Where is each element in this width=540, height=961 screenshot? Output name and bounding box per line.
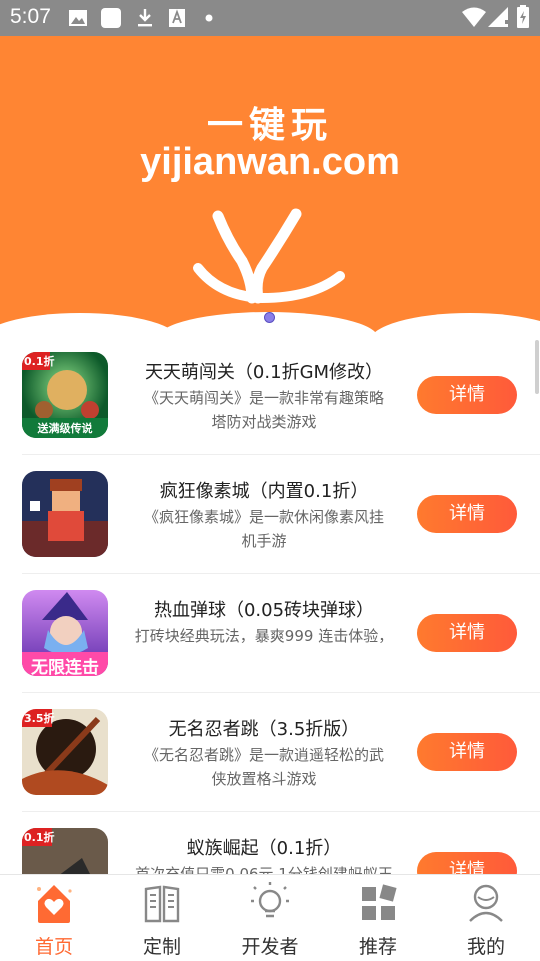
tab-label: 我的 [466, 936, 505, 958]
tab-recommend[interactable]: 推荐 [324, 875, 432, 961]
game-description-line: 首次充值只需0.06元 1分钱创建蚂蚁王 [135, 865, 393, 874]
app-notification-icon [101, 8, 121, 28]
banner-logo-graphic [0, 208, 540, 336]
list-item[interactable]: 疯狂像素城（内置0.1折） 《疯狂像素城》是一款休闲像素风挂 机手游 详情 [0, 455, 540, 574]
tab-customize[interactable]: 定制 [108, 875, 216, 961]
cellular-signal-icon [488, 7, 508, 27]
tab-label: 开发者 [241, 936, 299, 958]
list-scrollbar[interactable] [535, 340, 539, 394]
game-icon[interactable]: 0.1折 [22, 828, 108, 874]
game-name: 无名忍者跳（3.5折版） [168, 719, 360, 740]
game-list[interactable]: 0.1折 送满级传说 天天萌闯关（0.1折GM修改） 《天天萌闯关》是一款非常有… [0, 336, 540, 874]
game-description-line: 《无名忍者跳》是一款逍遥轻松的武 [143, 746, 384, 764]
more-notifications-dot-icon [205, 14, 213, 22]
list-item[interactable]: 0.1折 送满级传说 天天萌闯关（0.1折GM修改） 《天天萌闯关》是一款非常有… [0, 336, 540, 455]
book-icon [144, 885, 180, 923]
game-description: 《无名忍者跳》是一款逍遥轻松的武 侠放置格斗游戏 [118, 743, 410, 791]
game-icon-caption: 无限连击 [31, 658, 99, 676]
game-description-line: 塔防对战类游戏 [211, 413, 317, 431]
details-button[interactable]: 详情 [417, 733, 517, 771]
game-description-line: 打砖块经典玩法，暴爽999 连击体验， [134, 627, 394, 645]
game-description-line: 侠放置格斗游戏 [211, 770, 317, 788]
font-notification-icon [169, 9, 185, 27]
list-item[interactable]: 无限连击 热血弹球（0.05砖块弹球） 打砖块经典玩法，暴爽999 连击体验， … [0, 574, 540, 693]
promo-banner[interactable]: 一键玩 yijianwan.com [0, 36, 540, 336]
battery-icon [517, 5, 529, 28]
details-button[interactable]: 详情 [417, 376, 517, 414]
user-icon [469, 884, 503, 922]
wifi-icon [462, 7, 486, 27]
game-description-line: 《疯狂像素城》是一款休闲像素风挂 [143, 508, 384, 526]
game-description-line: 机手游 [241, 532, 287, 550]
game-icon[interactable]: 3.5折 [22, 709, 108, 795]
game-icon-badge: 0.1折 [24, 831, 55, 844]
image-notification-icon [69, 10, 87, 26]
grid-icon [362, 884, 397, 920]
game-description: 首次充值只需0.06元 1分钱创建蚂蚁王 [118, 862, 410, 874]
tab-label: 推荐 [358, 936, 397, 958]
carousel-indicator-dot[interactable] [264, 312, 275, 323]
tab-label: 定制 [142, 936, 181, 958]
game-description: 《疯狂像素城》是一款休闲像素风挂 机手游 [118, 505, 410, 553]
tab-label: 首页 [34, 936, 73, 958]
game-icon-badge: 3.5折 [24, 712, 55, 725]
download-icon [138, 9, 152, 27]
game-icon[interactable] [22, 471, 108, 557]
home-heart-icon [37, 885, 72, 923]
game-icon-badge: 0.1折 [24, 355, 55, 368]
game-name: 天天萌闯关（0.1折GM修改） [144, 362, 384, 383]
game-icon[interactable]: 0.1折 送满级传说 [22, 352, 108, 438]
game-description-line: 《天天萌闯关》是一款非常有趣策略 [143, 389, 384, 407]
game-icon[interactable]: 无限连击 [22, 590, 108, 676]
tab-home[interactable]: 首页 [0, 875, 108, 961]
game-name: 热血弹球（0.05砖块弹球） [153, 600, 375, 621]
details-button[interactable]: 详情 [417, 495, 517, 533]
tab-developer[interactable]: 开发者 [216, 875, 324, 961]
details-button[interactable]: 详情 [417, 852, 517, 874]
lightbulb-icon [251, 882, 289, 918]
tab-profile[interactable]: 我的 [432, 875, 540, 961]
game-name: 疯狂像素城（内置0.1折） [159, 481, 369, 502]
game-icon-caption: 送满级传说 [37, 422, 93, 435]
list-item[interactable]: 0.1折 蚁族崛起（0.1折） 首次充值只需0.06元 1分钱创建蚂蚁王 详情 [0, 812, 540, 874]
bottom-navigation: 首页 定制 开发者 推荐 我的 [0, 874, 540, 961]
game-description: 打砖块经典玩法，暴爽999 连击体验， [118, 624, 410, 648]
game-description: 《天天萌闯关》是一款非常有趣策略 塔防对战类游戏 [118, 386, 410, 434]
list-item[interactable]: 3.5折 无名忍者跳（3.5折版） 《无名忍者跳》是一款逍遥轻松的武 侠放置格斗… [0, 693, 540, 812]
status-time: 5:07 [10, 5, 51, 28]
game-name: 蚁族崛起（0.1折） [186, 838, 342, 859]
details-button[interactable]: 详情 [417, 614, 517, 652]
status-bar: 5:07 [0, 0, 540, 36]
